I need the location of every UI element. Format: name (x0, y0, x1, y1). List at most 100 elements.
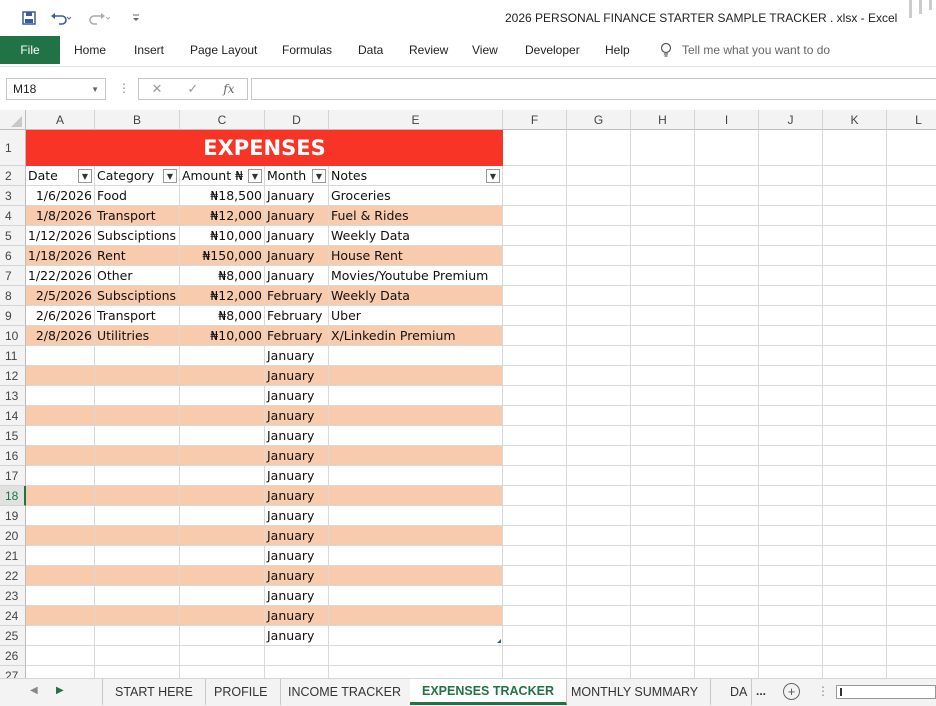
cell[interactable] (695, 286, 759, 306)
row-header-16[interactable]: 16 (0, 446, 26, 466)
cell[interactable] (759, 286, 823, 306)
tab-help[interactable]: Help (605, 43, 630, 57)
row-header-23[interactable]: 23 (0, 586, 26, 606)
cell[interactable] (823, 346, 887, 366)
cell[interactable] (759, 466, 823, 486)
cell[interactable] (695, 206, 759, 226)
cell[interactable] (567, 606, 631, 626)
cell[interactable] (631, 406, 695, 426)
table-cell[interactable]: February (265, 326, 329, 346)
cell[interactable] (26, 646, 95, 666)
cell[interactable] (823, 626, 887, 646)
cell[interactable] (567, 226, 631, 246)
cell[interactable] (631, 366, 695, 386)
cell[interactable] (631, 666, 695, 678)
cell[interactable] (759, 346, 823, 366)
table-cell[interactable] (26, 426, 95, 446)
undo-icon[interactable] (50, 8, 72, 28)
cell[interactable] (887, 130, 936, 166)
table-cell[interactable]: Subsciptions (95, 226, 180, 246)
table-cell[interactable] (95, 546, 180, 566)
formula-input[interactable] (251, 78, 936, 100)
table-cell[interactable]: ₦8,000 (180, 306, 265, 326)
table-cell[interactable]: ₦18,500 (180, 186, 265, 206)
table-cell[interactable] (329, 526, 503, 546)
table-cell[interactable] (329, 586, 503, 606)
cell[interactable] (695, 346, 759, 366)
cell[interactable] (759, 426, 823, 446)
cell[interactable] (503, 486, 567, 506)
table-cell[interactable] (180, 566, 265, 586)
row-header-7[interactable]: 7 (0, 266, 26, 286)
cell[interactable] (503, 626, 567, 646)
cell[interactable] (567, 366, 631, 386)
table-cell[interactable]: January (265, 486, 329, 506)
table-cell[interactable]: Transport (95, 306, 180, 326)
cell[interactable] (567, 326, 631, 346)
cell[interactable] (759, 646, 823, 666)
cell[interactable] (887, 526, 936, 546)
cell[interactable] (823, 546, 887, 566)
table-cell[interactable] (95, 346, 180, 366)
table-cell[interactable]: ₦10,000 (180, 226, 265, 246)
filter-dropdown-icon[interactable]: ▼ (312, 169, 326, 183)
cell[interactable] (887, 226, 936, 246)
tab-review[interactable]: Review (409, 43, 448, 57)
table-cell[interactable]: 2/8/2026 (26, 326, 95, 346)
table-cell[interactable] (26, 386, 95, 406)
cell[interactable] (567, 286, 631, 306)
row-header-25[interactable]: 25 (0, 626, 26, 646)
cell[interactable] (503, 246, 567, 266)
table-cell[interactable] (329, 606, 503, 626)
cell[interactable] (695, 566, 759, 586)
cell[interactable] (503, 286, 567, 306)
cell[interactable] (180, 646, 265, 666)
cell[interactable] (823, 486, 887, 506)
cell[interactable] (503, 606, 567, 626)
cell[interactable] (631, 286, 695, 306)
cell[interactable] (567, 546, 631, 566)
table-cell[interactable] (95, 366, 180, 386)
cell[interactable] (823, 606, 887, 626)
save-icon[interactable] (22, 8, 36, 28)
cell[interactable] (503, 506, 567, 526)
cell[interactable] (759, 226, 823, 246)
table-cell[interactable]: 1/6/2026 (26, 186, 95, 206)
column-header-l[interactable]: L (887, 110, 936, 130)
cell[interactable] (631, 226, 695, 246)
cell[interactable] (503, 206, 567, 226)
cell[interactable] (823, 406, 887, 426)
cell[interactable] (823, 646, 887, 666)
cell[interactable] (695, 626, 759, 646)
table-cell[interactable] (95, 626, 180, 646)
cell[interactable] (567, 646, 631, 666)
cell[interactable] (503, 166, 567, 186)
table-cell[interactable] (180, 386, 265, 406)
cell[interactable] (503, 306, 567, 326)
cell[interactable] (759, 206, 823, 226)
cell[interactable] (887, 506, 936, 526)
table-cell[interactable] (329, 366, 503, 386)
table-cell[interactable]: Food (95, 186, 180, 206)
cell[interactable] (887, 186, 936, 206)
table-cell[interactable]: House Rent (329, 246, 503, 266)
redo-icon[interactable] (88, 8, 110, 28)
cell[interactable] (823, 326, 887, 346)
table-cell[interactable]: Fuel & Rides (329, 206, 503, 226)
table-cell[interactable]: 1/8/2026 (26, 206, 95, 226)
cell[interactable] (887, 606, 936, 626)
cell[interactable] (695, 406, 759, 426)
cell[interactable] (695, 526, 759, 546)
cell[interactable] (759, 666, 823, 678)
table-cell[interactable]: January (265, 606, 329, 626)
cell[interactable] (759, 506, 823, 526)
tell-me-box[interactable]: Tell me what you want to do (660, 42, 830, 58)
cell[interactable] (759, 526, 823, 546)
table-cell[interactable]: February (265, 306, 329, 326)
cell[interactable] (887, 266, 936, 286)
cell[interactable] (695, 426, 759, 446)
sheet-tab-income-tracker[interactable]: INCOME TRACKER (276, 679, 414, 705)
table-cell[interactable] (180, 446, 265, 466)
table-cell[interactable]: Weekly Data (329, 226, 503, 246)
add-sheet-icon[interactable]: + (783, 683, 800, 700)
